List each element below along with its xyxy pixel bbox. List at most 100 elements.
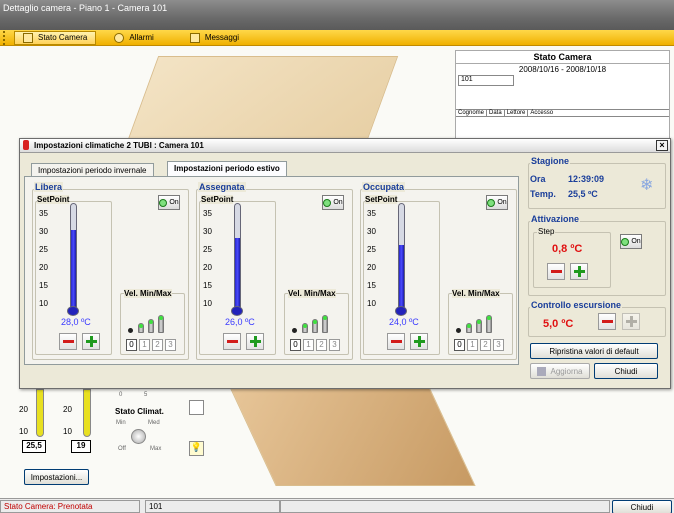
thermometer-bulb xyxy=(231,306,243,316)
setpoint-tick: 10 xyxy=(39,299,48,308)
status-text: Stato Camera: Prenotata xyxy=(0,500,140,513)
zone-occupata-title: Occupata xyxy=(362,182,406,192)
setpoint-tick: 35 xyxy=(367,209,376,218)
impostazioni-button[interactable]: Impostazioni... xyxy=(24,469,89,485)
fan-speed-bar[interactable] xyxy=(322,315,328,333)
fan-speed-step[interactable]: 1 xyxy=(467,339,478,351)
power-icon xyxy=(487,198,496,207)
attivazione-on-toggle[interactable]: On xyxy=(620,234,642,249)
fan-speed-bar[interactable] xyxy=(312,319,318,333)
setpoint-tick: 15 xyxy=(39,281,48,290)
thermometer-bulb xyxy=(395,306,407,316)
fan-speed-step[interactable]: 3 xyxy=(493,339,504,351)
fan-speed-step[interactable]: 0 xyxy=(126,339,137,351)
power-icon xyxy=(621,237,630,246)
setpoint-tick: 35 xyxy=(203,209,212,218)
escursione-decrease-button[interactable] xyxy=(598,313,616,330)
current-temp: 25,5 xyxy=(22,440,46,453)
thermometer-left xyxy=(36,389,44,437)
save-icon xyxy=(537,366,547,376)
envelope-icon xyxy=(189,32,200,43)
aggiorna-button[interactable]: Aggiorna xyxy=(530,363,590,379)
zone-on-toggle[interactable]: On xyxy=(158,195,180,210)
escursione-value: 5,0 ºC xyxy=(543,318,574,330)
setpoint-thermometer[interactable] xyxy=(234,203,241,309)
setpoint-value: 24,0 ºC xyxy=(389,317,419,327)
setpoint-decrease-button[interactable] xyxy=(59,333,77,350)
fan-speed-bar[interactable] xyxy=(486,315,492,333)
zone-libera-title: Libera xyxy=(34,182,64,192)
setpoint-decrease-button[interactable] xyxy=(387,333,405,350)
chiudi-button[interactable]: Chiudi xyxy=(612,500,672,513)
zone-assegnata-title: Assegnata xyxy=(198,182,246,192)
fan-speed-step[interactable]: 2 xyxy=(480,339,491,351)
fan-speed-bar[interactable] xyxy=(158,315,164,333)
fan-speed-bar[interactable] xyxy=(466,323,472,333)
setpoint-tick: 30 xyxy=(367,227,376,236)
tab-estivo[interactable]: Impostazioni periodo estivo xyxy=(167,161,287,177)
zone-on-toggle[interactable]: On xyxy=(322,195,344,210)
fan-speed-dial[interactable] xyxy=(131,429,146,444)
fan-speed-step[interactable]: 1 xyxy=(303,339,314,351)
chiudi-dialog-button[interactable]: Chiudi xyxy=(594,363,658,379)
fan-speed-step[interactable]: 3 xyxy=(165,339,176,351)
step-decrease-button[interactable] xyxy=(547,263,565,280)
chart-icon[interactable] xyxy=(189,400,204,415)
setpoint-thermometer[interactable] xyxy=(398,203,405,309)
access-table-header: Cognome Data Lettore Accesso xyxy=(456,109,669,117)
setpoint-thermometer[interactable] xyxy=(70,203,77,309)
escursione-increase-button[interactable] xyxy=(622,313,640,330)
fan-speed-bar[interactable] xyxy=(476,319,482,333)
thermometer-bulb xyxy=(67,306,79,316)
window-title: Dettaglio camera - Piano 1 - Camera 101 xyxy=(0,0,674,30)
setpoint-value: 28,0 ºC xyxy=(61,317,91,327)
fan-speed-step[interactable]: 2 xyxy=(152,339,163,351)
tab-invernale[interactable]: Impostazioni periodo invernale xyxy=(31,163,154,177)
climate-status-widget: 20 10 20 10 25,5 19 0 5 Stato Climat. Mi… xyxy=(19,389,209,497)
dialog-title: Impostazioni climatiche 2 TUBI : Camera … xyxy=(20,139,670,153)
climate-settings-dialog: Impostazioni climatiche 2 TUBI : Camera … xyxy=(19,138,671,389)
target-temp: 19 xyxy=(71,440,91,453)
fan-speed-step[interactable]: 0 xyxy=(290,339,301,351)
stato-camera-panel: Stato Camera 2008/10/16 - 2008/10/18 101… xyxy=(455,50,670,140)
toolbar-grip xyxy=(3,30,11,45)
fan-speed-step[interactable]: 0 xyxy=(454,339,465,351)
plus-icon xyxy=(413,336,425,347)
setpoint-tick: 30 xyxy=(203,227,212,236)
thermometer-icon xyxy=(23,140,29,150)
menu-allarmi[interactable]: Allarmi xyxy=(106,30,161,46)
setpoint-decrease-button[interactable] xyxy=(223,333,241,350)
minus-icon xyxy=(226,340,238,343)
fan-speed-bar[interactable] xyxy=(148,319,154,333)
setpoint-tick: 25 xyxy=(203,245,212,254)
setpoint-tick: 20 xyxy=(203,263,212,272)
step-value: 0,8 ºC xyxy=(552,243,583,255)
power-icon xyxy=(159,198,168,207)
plus-icon xyxy=(249,336,261,347)
panel-title: Stato Camera xyxy=(456,51,669,64)
close-icon[interactable]: × xyxy=(656,140,668,151)
fan-speed-step[interactable]: 1 xyxy=(139,339,150,351)
fan-speed-bar[interactable] xyxy=(138,323,144,333)
fan-off-dot xyxy=(456,328,461,333)
setpoint-tick: 10 xyxy=(367,299,376,308)
zone-on-toggle[interactable]: On xyxy=(486,195,508,210)
current-time: 12:39:09 xyxy=(568,174,605,184)
step-increase-button[interactable] xyxy=(570,263,588,280)
setpoint-increase-button[interactable] xyxy=(82,333,100,350)
setpoint-tick: 25 xyxy=(39,245,48,254)
reset-defaults-button[interactable]: Ripristina valori di default xyxy=(530,343,658,359)
minus-icon xyxy=(62,340,74,343)
menu-messaggi[interactable]: Messaggi xyxy=(182,30,247,46)
setpoint-increase-button[interactable] xyxy=(246,333,264,350)
setpoint-tick: 15 xyxy=(203,281,212,290)
thermometer-right xyxy=(83,389,91,437)
menu-stato-camera[interactable]: Stato Camera xyxy=(14,30,97,45)
setpoint-increase-button[interactable] xyxy=(410,333,428,350)
fan-speed-step[interactable]: 2 xyxy=(316,339,327,351)
bulb-icon[interactable]: 💡 xyxy=(189,441,204,456)
setpoint-value: 26,0 ºC xyxy=(225,317,255,327)
fan-speed-bar[interactable] xyxy=(302,323,308,333)
fan-speed-step[interactable]: 3 xyxy=(329,339,340,351)
setpoint-tick: 25 xyxy=(367,245,376,254)
